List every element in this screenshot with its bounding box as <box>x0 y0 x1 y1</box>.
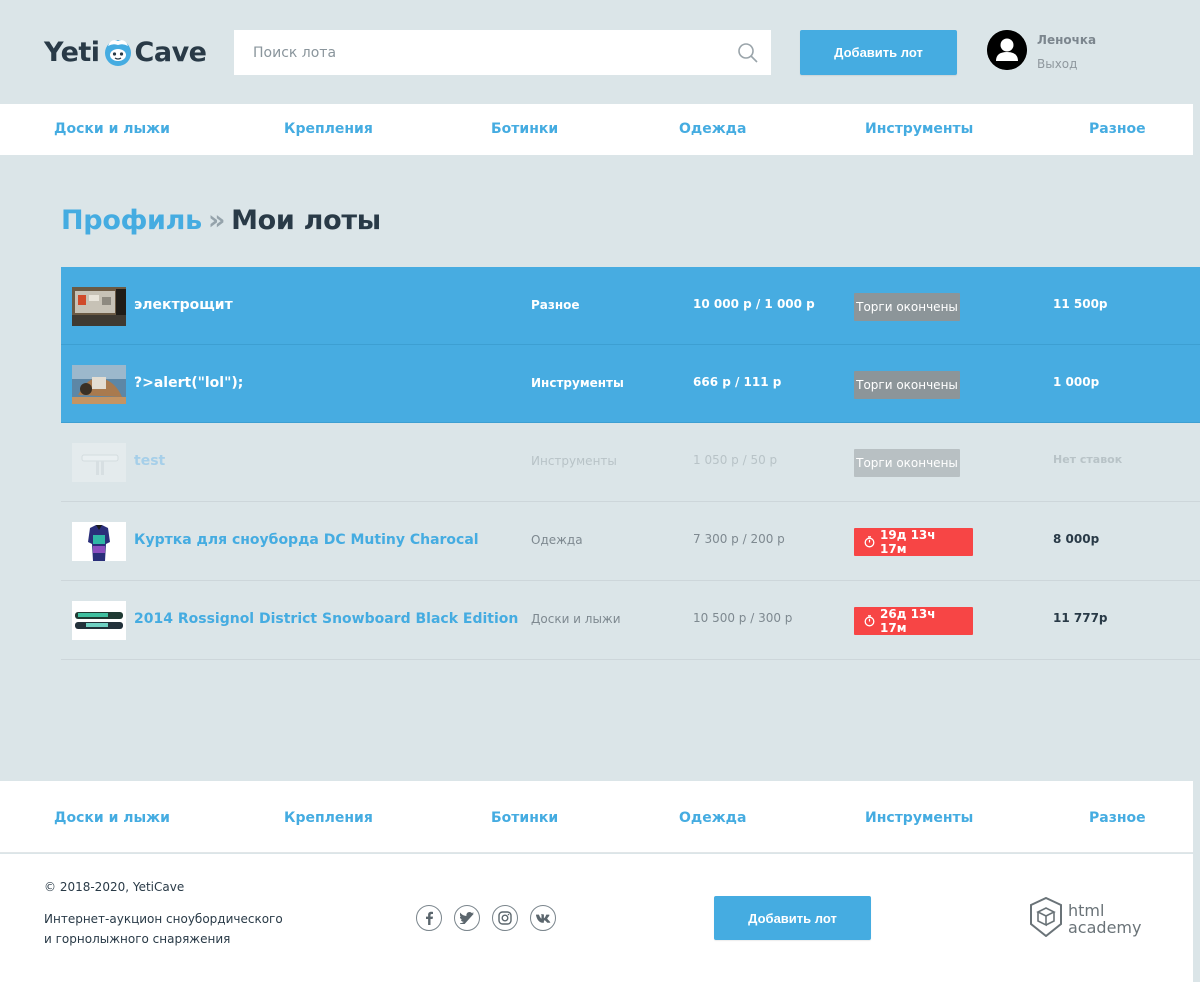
lot-category: Разное <box>531 298 580 312</box>
facebook-icon[interactable] <box>416 905 442 931</box>
lot-image[interactable] <box>72 601 126 640</box>
lot-price: 666 р / 111 р <box>693 375 782 389</box>
footer-nav-item-boards[interactable]: Доски и лыжи <box>54 781 170 855</box>
search-icon[interactable] <box>737 42 759 64</box>
add-lot-button[interactable]: Добавить лот <box>800 30 957 75</box>
html-academy-logo[interactable]: html academy <box>1030 896 1141 941</box>
stopwatch-icon <box>864 536 875 548</box>
table-row: 2014 Rossignol District Snowboard Black … <box>61 581 1200 660</box>
breadcrumb-profile-link[interactable]: Профиль <box>61 205 202 236</box>
vk-icon[interactable] <box>530 905 556 931</box>
logo[interactable]: Yeti Cave <box>44 33 207 71</box>
table-row: электрощит Разное 10 000 р / 1 000 р Тор… <box>61 267 1200 345</box>
nav-item-boots[interactable]: Ботинки <box>491 104 558 155</box>
logo-text-right: Cave <box>134 36 207 68</box>
lot-category: Инструменты <box>531 376 624 390</box>
footer-nav-item-clothing[interactable]: Одежда <box>679 781 746 855</box>
lot-price: 1 050 р / 50 р <box>693 453 778 467</box>
lot-bid: 8 000р <box>1053 532 1100 546</box>
lot-image[interactable] <box>72 365 126 404</box>
search-box <box>234 30 771 75</box>
table-row: ?>alert("lol"); Инструменты 666 р / 111 … <box>61 345 1200 423</box>
page-title: Профиль» Мои лоты <box>61 205 381 236</box>
lot-title-link[interactable]: 2014 Rossignol District Snowboard Black … <box>134 611 518 627</box>
lot-bid: 11 500р <box>1053 297 1108 311</box>
timer-badge: 19д 13ч 17м <box>854 528 973 556</box>
site-description: Интернет-аукцион сноубордического и горн… <box>44 909 284 949</box>
user-menu: Леночка Выход <box>987 30 1096 74</box>
category-nav: Доски и лыжи Крепления Ботинки Одежда Ин… <box>0 104 1193 155</box>
user-info: Леночка Выход <box>1037 30 1096 74</box>
status-badge: Торги окончены <box>854 371 960 399</box>
lot-title-link[interactable]: ?>alert("lol"); <box>134 375 243 391</box>
footer-nav-item-tools[interactable]: Инструменты <box>865 781 973 855</box>
breadcrumb-separator: » <box>207 205 226 236</box>
lot-bid: Нет ставок <box>1053 453 1123 466</box>
academy-logo-icon <box>1030 896 1062 941</box>
status-badge: Торги окончены <box>854 293 960 321</box>
logo-text-left: Yeti <box>44 36 100 68</box>
nav-item-clothing[interactable]: Одежда <box>679 104 746 155</box>
timer-text: 19д 13ч 17м <box>880 528 936 556</box>
twitter-icon[interactable] <box>454 905 480 931</box>
nav-item-other[interactable]: Разное <box>1089 104 1146 155</box>
lot-title-link[interactable]: test <box>134 453 165 469</box>
nav-item-tools[interactable]: Инструменты <box>865 104 973 155</box>
lot-title-link[interactable]: электрощит <box>134 297 233 313</box>
social-links <box>416 905 556 931</box>
academy-line-1: html <box>1068 901 1105 920</box>
table-row: test Инструменты 1 050 р / 50 р Торги ок… <box>61 423 1200 502</box>
footer-category-nav: Доски и лыжи Крепления Ботинки Одежда Ин… <box>0 781 1193 853</box>
lot-image[interactable] <box>72 287 126 326</box>
table-row: Куртка для сноуборда DC Mutiny Charocal … <box>61 502 1200 581</box>
lot-bid: 11 777р <box>1053 611 1108 625</box>
site-footer: © 2018-2020, YetiCave Интернет-аукцион с… <box>0 854 1193 982</box>
yeti-logo-icon <box>103 37 133 67</box>
copyright: © 2018-2020, YetiCave <box>44 880 185 894</box>
nav-item-boards[interactable]: Доски и лыжи <box>54 104 170 155</box>
lot-price: 10 000 р / 1 000 р <box>693 297 815 311</box>
lot-category: Инструменты <box>531 454 617 468</box>
footer-nav-item-other[interactable]: Разное <box>1089 781 1146 855</box>
description-line-2: и горнолыжного снаряжения <box>44 932 231 946</box>
nav-item-bindings[interactable]: Крепления <box>284 104 373 155</box>
description-line-1: Интернет-аукцион сноубордического <box>44 912 283 926</box>
footer-add-lot-button[interactable]: Добавить лот <box>714 896 871 940</box>
lot-price: 7 300 р / 200 р <box>693 532 785 546</box>
instagram-icon[interactable] <box>492 905 518 931</box>
timer-badge: 26д 13ч 17м <box>854 607 973 635</box>
lots-table: электрощит Разное 10 000 р / 1 000 р Тор… <box>61 267 1200 660</box>
lot-category: Доски и лыжи <box>531 612 621 626</box>
stopwatch-icon <box>864 615 875 627</box>
lot-bid: 1 000р <box>1053 375 1100 389</box>
lot-price: 10 500 р / 300 р <box>693 611 793 625</box>
timer-text: 26д 13ч 17м <box>880 607 936 635</box>
footer-nav-item-boots[interactable]: Ботинки <box>491 781 558 855</box>
academy-text: html academy <box>1068 902 1141 936</box>
lot-image[interactable] <box>72 443 126 482</box>
logout-link[interactable]: Выход <box>1037 54 1096 74</box>
breadcrumb-current: Мои лоты <box>231 205 381 236</box>
lot-category: Одежда <box>531 533 583 547</box>
user-name: Леночка <box>1037 33 1097 47</box>
footer-nav-item-bindings[interactable]: Крепления <box>284 781 373 855</box>
status-badge: Торги окончены <box>854 449 960 477</box>
avatar <box>987 30 1027 70</box>
lot-title-link[interactable]: Куртка для сноуборда DC Mutiny Charocal <box>134 532 479 548</box>
search-input[interactable] <box>234 30 771 75</box>
lot-image[interactable] <box>72 522 126 561</box>
academy-line-2: academy <box>1068 918 1142 937</box>
site-header: Yeti Cave Добавить лот <box>0 0 1200 104</box>
